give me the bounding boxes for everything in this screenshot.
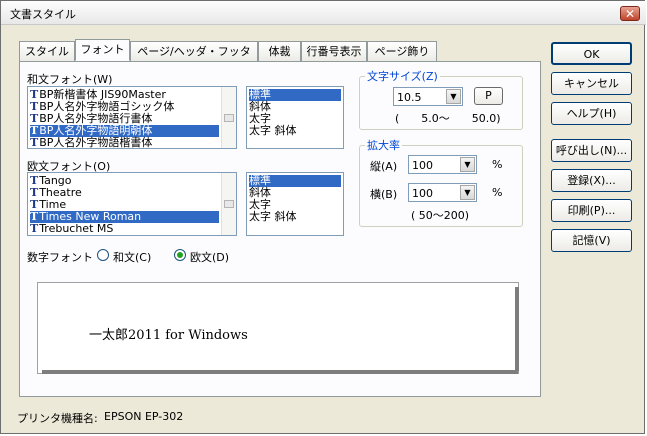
preview-shadow	[515, 287, 519, 371]
register-button[interactable]: 登録(X)...	[551, 169, 632, 192]
char-size-value: 10.5	[397, 91, 422, 104]
horizontal-scale-combo[interactable]: 100 ▼	[408, 183, 477, 202]
radio-japanese[interactable]	[97, 249, 109, 261]
scale-range: ( 50〜200)	[411, 209, 470, 222]
cancel-button[interactable]: キャンセル	[551, 72, 632, 95]
japanese-style-list[interactable]: 標準 斜体 太字 太字 斜体	[246, 86, 344, 149]
japanese-font-label: 和文フォント(W)	[27, 73, 113, 86]
vertical-scale-unit: %	[492, 158, 503, 171]
tab-line-numbers[interactable]: 行番号表示	[301, 41, 367, 61]
char-size-range: ( 5.0〜 50.0)	[395, 112, 501, 125]
horizontal-scale-unit: %	[492, 186, 503, 199]
dropdown-arrow-icon[interactable]: ▼	[460, 185, 475, 200]
dropdown-arrow-icon[interactable]: ▼	[446, 89, 461, 104]
western-font-scrollbar[interactable]	[221, 173, 236, 235]
close-button[interactable]: ✕	[620, 6, 640, 21]
list-item[interactable]: TTrebuchet MS	[30, 223, 113, 235]
japanese-font-list[interactable]: TBP新楷書体 JIS90Master TBP人名外字物語ゴシック体 TBP人名…	[27, 86, 237, 149]
western-style-list[interactable]: 標準 斜体 太字 太字 斜体	[246, 172, 344, 236]
radio-western[interactable]	[174, 249, 186, 261]
point-button[interactable]: P	[474, 87, 503, 105]
horizontal-scale-value: 100	[412, 187, 433, 200]
printer-value: EPSON EP-302	[104, 410, 184, 423]
list-item[interactable]: TBP人名外字物語楷書体	[30, 137, 152, 149]
window-title: 文書スタイル	[10, 8, 76, 21]
dialog-window: 文書スタイル ✕ スタイル フォント ページ/ヘッダ・フッタ 体裁 行番号表示 …	[0, 0, 646, 434]
tab-layout[interactable]: 体裁	[258, 41, 301, 61]
tab-page-border[interactable]: ページ飾り	[367, 41, 437, 61]
print-button[interactable]: 印刷(P)...	[551, 199, 632, 222]
list-item[interactable]: 太字 斜体	[249, 125, 297, 137]
radio-japanese-label[interactable]: 和文(C)	[113, 249, 151, 265]
char-size-title: 文字サイズ(Z)	[365, 68, 440, 84]
radio-western-label[interactable]: 欧文(D)	[190, 249, 229, 265]
number-font-label: 数字フォント	[27, 251, 93, 264]
tab-page-header-footer[interactable]: ページ/ヘッダ・フッタ	[130, 41, 258, 61]
tab-font[interactable]: フォント	[75, 39, 130, 61]
font-preview: 一太郎2011 for Windows	[37, 282, 519, 374]
list-item[interactable]: 太字 斜体	[249, 211, 297, 223]
truetype-icon: T	[30, 222, 39, 235]
dropdown-arrow-icon[interactable]: ▼	[460, 157, 475, 172]
truetype-icon: T	[30, 136, 39, 149]
horizontal-scale-label: 横(B)	[370, 188, 398, 201]
char-size-combo[interactable]: 10.5 ▼	[393, 87, 463, 106]
remember-button[interactable]: 記憶(V)	[551, 229, 632, 252]
preview-shadow	[42, 370, 518, 374]
japanese-font-scrollbar[interactable]	[221, 87, 236, 148]
vertical-scale-value: 100	[412, 159, 433, 172]
preview-text: 一太郎2011 for Windows	[89, 328, 248, 343]
scroll-thumb[interactable]	[224, 200, 234, 208]
help-button[interactable]: ヘルプ(H)	[551, 102, 632, 125]
vertical-scale-label: 縦(A)	[370, 160, 398, 173]
scale-title: 拡大率	[365, 137, 402, 153]
vertical-scale-combo[interactable]: 100 ▼	[408, 155, 477, 174]
printer-label: プリンタ機種名:	[17, 412, 98, 425]
tab-style[interactable]: スタイル	[19, 41, 75, 61]
load-button[interactable]: 呼び出し(N)...	[551, 139, 632, 162]
scroll-thumb[interactable]	[224, 113, 234, 122]
western-font-list[interactable]: TTango TTheatre TTime TTimes New Roman T…	[27, 172, 237, 236]
title-bar: 文書スタイル ✕	[1, 1, 646, 25]
ok-button[interactable]: OK	[551, 42, 632, 65]
